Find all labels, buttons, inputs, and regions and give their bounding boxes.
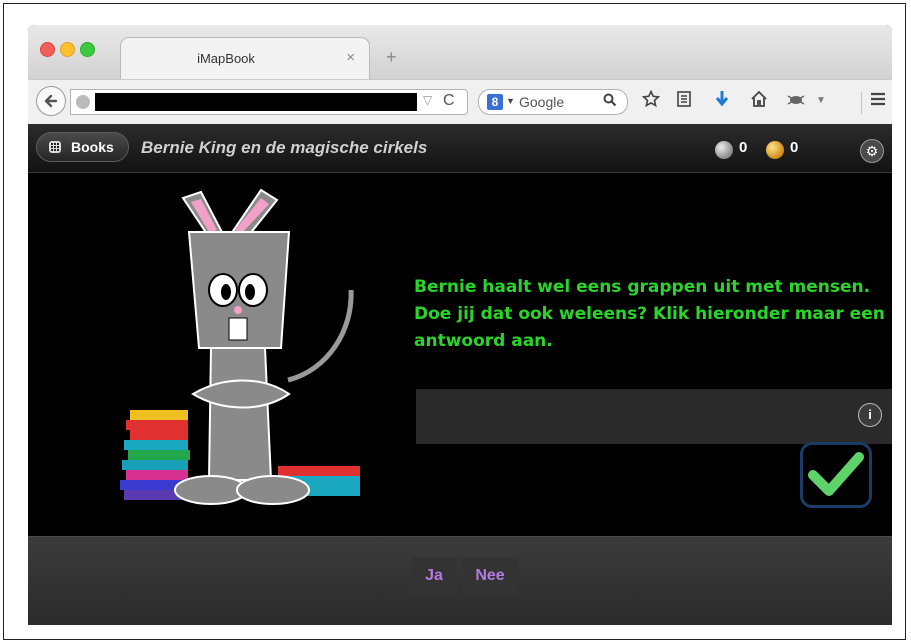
answer-nee-button[interactable]: Nee — [462, 557, 518, 595]
nav-toolbar: ▽ C 8 ▼ Google ▼ — [28, 79, 892, 125]
title-bar: iMapBook × + — [28, 25, 892, 79]
app-header: Books Bernie King en de magische cirkels… — [28, 124, 892, 173]
info-button[interactable]: i — [858, 403, 882, 427]
answer-box: i — [416, 389, 892, 444]
search-engine-label: Google — [519, 94, 565, 110]
tab-imapbook[interactable]: iMapBook × — [120, 37, 370, 79]
grid-icon — [49, 141, 61, 153]
books-label: Books — [71, 139, 114, 155]
silver-coin-icon — [715, 141, 733, 159]
minimize-window-button[interactable] — [60, 42, 75, 57]
rabbit-body — [207, 347, 273, 481]
search-input[interactable]: 8 ▼ Google — [478, 89, 628, 115]
settings-button[interactable]: ⚙ — [860, 139, 884, 163]
chevron-down-icon[interactable]: ▼ — [506, 96, 515, 106]
answer-ja-button[interactable]: Ja — [412, 557, 456, 595]
star-icon[interactable] — [641, 89, 661, 113]
close-window-button[interactable] — [40, 42, 55, 57]
home-icon[interactable] — [750, 90, 768, 113]
address-bar[interactable]: ▽ C — [70, 89, 468, 115]
search-icon[interactable] — [603, 93, 617, 110]
browser-window: iMapBook × + ▽ C 8 ▼ Google ▼ Books Bern… — [28, 25, 892, 625]
back-arrow-icon — [44, 94, 58, 108]
extension-icon[interactable] — [786, 90, 806, 112]
rabbit-tail — [287, 289, 354, 383]
question-text: Bernie haalt wel eens grappen uit met me… — [414, 277, 885, 351]
rabbit-illustration — [120, 188, 360, 505]
submit-button[interactable] — [800, 442, 872, 508]
reload-icon[interactable]: C — [443, 92, 455, 110]
rabbit-teeth — [228, 317, 248, 341]
imapbook-app: Books Bernie King en de magische cirkels… — [28, 124, 892, 625]
silver-coin-count: 0 — [739, 139, 748, 156]
books-button[interactable]: Books — [36, 132, 129, 162]
gear-icon: ⚙ — [865, 143, 879, 159]
dropdown-icon[interactable]: ▽ — [423, 93, 432, 107]
globe-icon — [76, 95, 90, 109]
book-title: Bernie King en de magische cirkels — [141, 138, 428, 157]
url-redacted — [95, 93, 417, 111]
google-icon: 8 — [487, 94, 503, 110]
rabbit-right-foot — [236, 475, 310, 505]
reading-list-icon[interactable] — [676, 90, 692, 113]
checkmark-icon — [808, 452, 864, 496]
new-tab-button[interactable]: + — [386, 47, 397, 68]
back-button[interactable] — [36, 86, 66, 116]
menu-icon[interactable] — [870, 90, 886, 112]
rabbit-nose — [234, 306, 242, 314]
gold-coin-icon — [766, 141, 784, 159]
tab-close-icon[interactable]: × — [346, 49, 355, 66]
answer-footer: Ja Nee — [28, 536, 892, 625]
extension-dropdown-icon[interactable]: ▼ — [816, 90, 826, 112]
gold-coin-count: 0 — [790, 139, 799, 156]
tab-title: iMapBook — [197, 51, 255, 66]
zoom-window-button[interactable] — [80, 42, 95, 57]
download-icon[interactable] — [714, 90, 730, 113]
info-icon: i — [868, 407, 872, 422]
rabbit-arms — [191, 379, 291, 409]
toolbar-separator — [861, 92, 862, 114]
